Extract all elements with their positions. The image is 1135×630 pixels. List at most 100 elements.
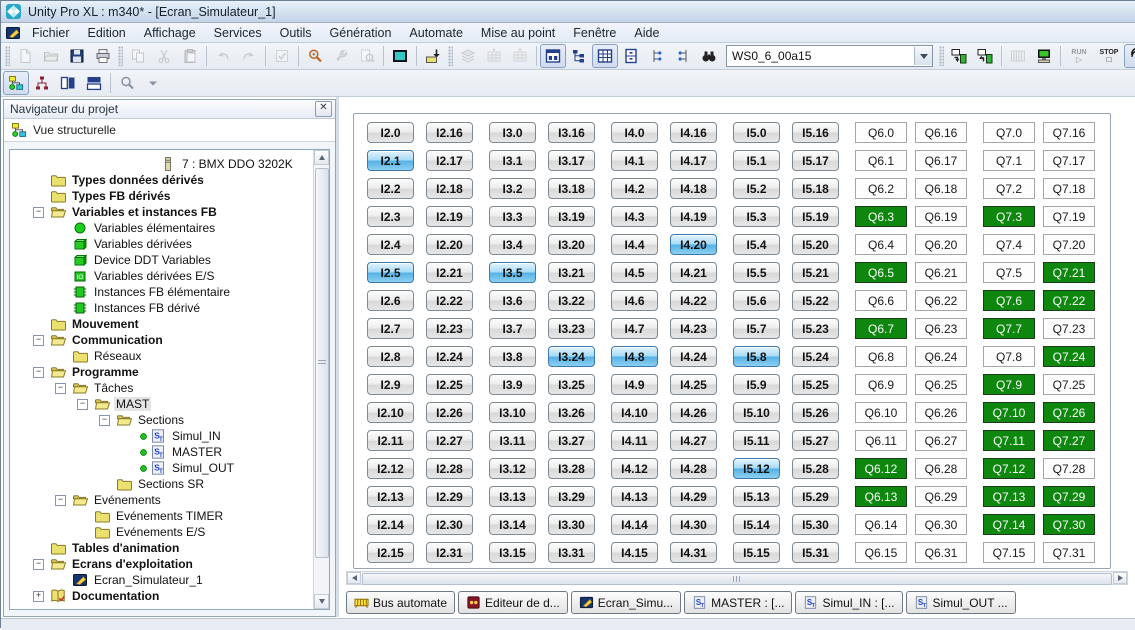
input-button-I4.0[interactable]: I4.0 bbox=[611, 122, 658, 143]
workspace-tab-bus-automate[interactable]: Bus automate bbox=[346, 591, 455, 614]
workspace-tab-master[interactable]: STMASTER : [... bbox=[684, 591, 792, 614]
input-button-I4.2[interactable]: I4.2 bbox=[611, 178, 658, 199]
tree-item-mouvement[interactable]: Mouvement bbox=[10, 316, 313, 332]
input-button-I3.2[interactable]: I3.2 bbox=[489, 178, 536, 199]
input-button-I4.24[interactable]: I4.24 bbox=[670, 346, 717, 367]
types-tree-icon[interactable] bbox=[566, 44, 592, 68]
input-button-I2.2[interactable]: I2.2 bbox=[367, 178, 414, 199]
input-button-I5.8[interactable]: I5.8 bbox=[733, 346, 780, 367]
input-button-I2.16[interactable]: I2.16 bbox=[426, 122, 473, 143]
input-button-I5.27[interactable]: I5.27 bbox=[792, 430, 839, 451]
menu-affichage[interactable]: Affichage bbox=[135, 25, 205, 41]
input-button-I5.1[interactable]: I5.1 bbox=[733, 150, 780, 171]
input-button-I5.29[interactable]: I5.29 bbox=[792, 486, 839, 507]
mdi-child-screen-icon[interactable] bbox=[5, 25, 21, 41]
menu-g-n-ration[interactable]: Génération bbox=[321, 25, 401, 41]
input-button-I2.5[interactable]: I2.5 bbox=[367, 262, 414, 283]
tree-item-instances-fb-d-riv[interactable]: Instances FB dérivé bbox=[10, 300, 313, 316]
input-button-I3.21[interactable]: I3.21 bbox=[548, 262, 595, 283]
input-button-I2.30[interactable]: I2.30 bbox=[426, 514, 473, 535]
input-button-I3.28[interactable]: I3.28 bbox=[548, 458, 595, 479]
input-button-I4.13[interactable]: I4.13 bbox=[611, 486, 658, 507]
input-button-I5.10[interactable]: I5.10 bbox=[733, 402, 780, 423]
binoculars-icon[interactable] bbox=[696, 44, 722, 68]
input-button-I2.18[interactable]: I2.18 bbox=[426, 178, 473, 199]
tree-item-instances-fb-l-mentaire[interactable]: Instances FB élémentaire bbox=[10, 284, 313, 300]
input-button-I3.0[interactable]: I3.0 bbox=[489, 122, 536, 143]
scroll-right-button[interactable] bbox=[1113, 572, 1127, 584]
tree-item-documentation[interactable]: +Documentation bbox=[10, 588, 313, 604]
collapse-expander[interactable]: − bbox=[33, 559, 44, 570]
tree-item-sections[interactable]: −Sections bbox=[10, 412, 313, 428]
scroll-up-button[interactable] bbox=[314, 150, 329, 165]
split-vertical-icon[interactable] bbox=[55, 71, 81, 95]
tree-scrollbar[interactable] bbox=[313, 150, 329, 609]
input-button-I2.17[interactable]: I2.17 bbox=[426, 150, 473, 171]
input-button-I2.31[interactable]: I2.31 bbox=[426, 542, 473, 563]
input-button-I3.13[interactable]: I3.13 bbox=[489, 486, 536, 507]
input-button-I3.22[interactable]: I3.22 bbox=[548, 290, 595, 311]
input-button-I5.9[interactable]: I5.9 bbox=[733, 374, 780, 395]
input-button-I3.18[interactable]: I3.18 bbox=[548, 178, 595, 199]
input-button-I2.26[interactable]: I2.26 bbox=[426, 402, 473, 423]
tree-item-ev-nements[interactable]: −Evénements bbox=[10, 492, 313, 508]
io-pin-icon[interactable] bbox=[644, 44, 670, 68]
input-button-I5.2[interactable]: I5.2 bbox=[733, 178, 780, 199]
menu-fen-tre[interactable]: Fenêtre bbox=[564, 25, 625, 41]
input-button-I3.5[interactable]: I3.5 bbox=[489, 262, 536, 283]
input-button-I3.25[interactable]: I3.25 bbox=[548, 374, 595, 395]
save-icon[interactable] bbox=[64, 44, 90, 68]
input-button-I5.12[interactable]: I5.12 bbox=[733, 458, 780, 479]
input-button-I3.7[interactable]: I3.7 bbox=[489, 318, 536, 339]
input-button-I5.0[interactable]: I5.0 bbox=[733, 122, 780, 143]
input-button-I2.28[interactable]: I2.28 bbox=[426, 458, 473, 479]
tree-item-types-donn-es-d-riv-s[interactable]: Types données dérivés bbox=[10, 172, 313, 188]
scroll-down-button[interactable] bbox=[314, 594, 329, 609]
horizontal-scrollbar[interactable] bbox=[346, 571, 1128, 585]
input-button-I2.6[interactable]: I2.6 bbox=[367, 290, 414, 311]
toolbar-drag-handle[interactable] bbox=[939, 46, 944, 66]
input-button-I3.4[interactable]: I3.4 bbox=[489, 234, 536, 255]
input-button-I2.23[interactable]: I2.23 bbox=[426, 318, 473, 339]
input-button-I5.16[interactable]: I5.16 bbox=[792, 122, 839, 143]
input-button-I3.26[interactable]: I3.26 bbox=[548, 402, 595, 423]
menu-mise-au-point[interactable]: Mise au point bbox=[472, 25, 564, 41]
toolbar-drag-handle[interactable] bbox=[448, 46, 453, 66]
input-button-I4.27[interactable]: I4.27 bbox=[670, 430, 717, 451]
input-button-I4.4[interactable]: I4.4 bbox=[611, 234, 658, 255]
input-button-I2.3[interactable]: I2.3 bbox=[367, 206, 414, 227]
collapse-expander[interactable]: − bbox=[33, 335, 44, 346]
input-button-I2.12[interactable]: I2.12 bbox=[367, 458, 414, 479]
input-button-I4.14[interactable]: I4.14 bbox=[611, 514, 658, 535]
input-button-I4.1[interactable]: I4.1 bbox=[611, 150, 658, 171]
input-button-I5.5[interactable]: I5.5 bbox=[733, 262, 780, 283]
input-button-I5.25[interactable]: I5.25 bbox=[792, 374, 839, 395]
input-button-I3.1[interactable]: I3.1 bbox=[489, 150, 536, 171]
input-button-I2.19[interactable]: I2.19 bbox=[426, 206, 473, 227]
data-grid-window-icon[interactable] bbox=[592, 44, 618, 68]
tree-item-variables-et-instances-fb[interactable]: −Variables et instances FB bbox=[10, 204, 313, 220]
input-button-I4.31[interactable]: I4.31 bbox=[670, 542, 717, 563]
collapse-expander[interactable]: − bbox=[55, 383, 66, 394]
transfer-from-plc-icon[interactable] bbox=[972, 44, 998, 68]
export-screen-icon[interactable] bbox=[420, 44, 446, 68]
input-button-I5.19[interactable]: I5.19 bbox=[792, 206, 839, 227]
collapse-expander[interactable]: − bbox=[55, 495, 66, 506]
input-button-I5.13[interactable]: I5.13 bbox=[733, 486, 780, 507]
scroll-left-button[interactable] bbox=[347, 572, 361, 584]
input-button-I2.21[interactable]: I2.21 bbox=[426, 262, 473, 283]
input-button-I4.15[interactable]: I4.15 bbox=[611, 542, 658, 563]
input-button-I2.14[interactable]: I2.14 bbox=[367, 514, 414, 535]
workspace-tab-ecran-simu[interactable]: Ecran_Simu... bbox=[571, 591, 681, 614]
input-button-I3.15[interactable]: I3.15 bbox=[489, 542, 536, 563]
zoom-caret-icon[interactable] bbox=[140, 71, 166, 95]
input-button-I2.20[interactable]: I2.20 bbox=[426, 234, 473, 255]
input-button-I4.3[interactable]: I4.3 bbox=[611, 206, 658, 227]
collapse-expander[interactable]: − bbox=[77, 399, 88, 410]
tree-item-variables-d-riv-es[interactable]: Variables dérivées bbox=[10, 236, 313, 252]
expand-expander[interactable]: + bbox=[33, 591, 44, 602]
input-button-I3.29[interactable]: I3.29 bbox=[548, 486, 595, 507]
tree-item-communication[interactable]: −Communication bbox=[10, 332, 313, 348]
input-button-I5.4[interactable]: I5.4 bbox=[733, 234, 780, 255]
terminal-icon[interactable] bbox=[1031, 44, 1057, 68]
